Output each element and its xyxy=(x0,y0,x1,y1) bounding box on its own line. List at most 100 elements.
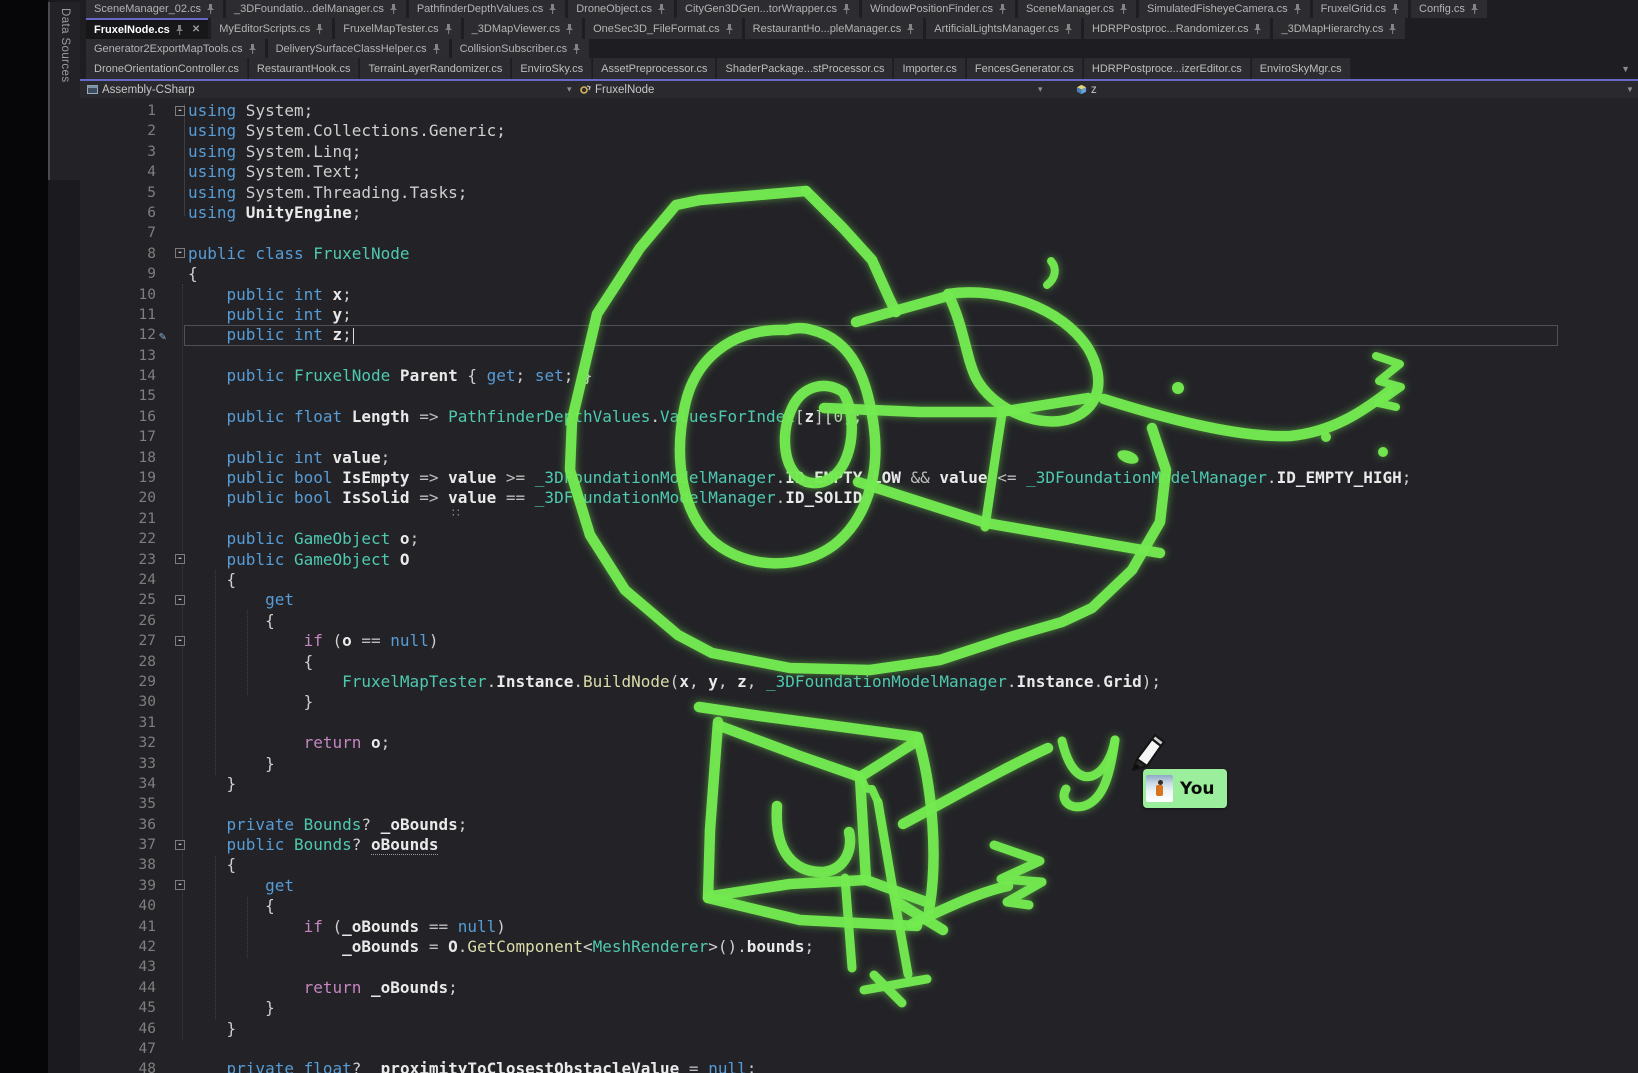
tab-myeditorscripts-cs[interactable]: MyEditorScripts.cs xyxy=(211,18,332,39)
line-number: 24 xyxy=(80,570,156,590)
line-number: 41 xyxy=(80,917,156,937)
tab-hdrppostproce-izereditor-cs[interactable]: HDRPPostproce...izerEditor.cs xyxy=(1084,58,1251,79)
code-line: 26 { xyxy=(80,611,1638,631)
text-cursor-artifact: ∷ xyxy=(452,506,460,520)
fold-collapse-icon[interactable]: - xyxy=(175,248,185,258)
tab-label: EnviroSkyMgr.cs xyxy=(1260,63,1342,75)
tab-fruxelgrid-cs[interactable]: FruxelGrid.cs xyxy=(1313,0,1408,18)
breadcrumb-type[interactable]: FruxelNode xyxy=(580,81,654,98)
tab--3dmaphierarchy-cs[interactable]: _3DMapHierarchy.cs xyxy=(1273,18,1405,39)
breadcrumb-project[interactable]: Assembly-CSharp xyxy=(87,81,195,98)
tab-collisionsubscriber-cs[interactable]: CollisionSubscriber.cs xyxy=(452,39,590,58)
code-line: 48 private float? _proximityToClosestObs… xyxy=(80,1059,1638,1073)
tab-label: SimulatedFisheyeCamera.cs xyxy=(1147,3,1288,15)
pushpin-icon xyxy=(548,4,557,14)
line-number: 31 xyxy=(80,713,156,733)
tab-scenemanager-cs[interactable]: SceneManager.cs xyxy=(1018,0,1136,18)
tab-onesec3d-fileformat-cs[interactable]: OneSec3D_FileFormat.cs xyxy=(585,18,742,39)
tab-fruxelmaptester-cs[interactable]: FruxelMapTester.cs xyxy=(335,18,460,39)
fold-collapse-icon[interactable]: - xyxy=(175,840,185,850)
tab-config-cs[interactable]: Config.cs xyxy=(1411,0,1487,18)
data-sources-collapsed-tab[interactable]: Data Sources xyxy=(48,2,80,180)
tab-assetpreprocessor-cs[interactable]: AssetPreprocessor.cs xyxy=(593,58,716,79)
fold-collapse-icon[interactable]: - xyxy=(175,554,185,564)
tab-label: HDRPPostproce...izerEditor.cs xyxy=(1092,63,1242,75)
code-line: 37- public Bounds? oBounds xyxy=(80,835,1638,855)
code-line: 14 public FruxelNode Parent { get; set; … xyxy=(80,366,1638,386)
open-tab-row: DroneOrientationController.csRestaurantH… xyxy=(80,58,1638,79)
tab-overflow-icon[interactable]: ▼ xyxy=(1621,64,1630,74)
code-line: 43 xyxy=(80,957,1638,977)
tab-artificiallightsmanager-cs[interactable]: ArtificialLightsManager.cs xyxy=(926,18,1081,39)
pushpin-icon xyxy=(998,4,1007,14)
line-number: 29 xyxy=(80,672,156,692)
pinned-tab-row-3: Generator2ExportMapTools.csDeliverySurfa… xyxy=(80,39,1638,58)
tab-enviroskymgr-cs[interactable]: EnviroSkyMgr.cs xyxy=(1252,58,1351,79)
member-list-overflow-icon[interactable]: ▼ xyxy=(1626,85,1634,94)
tab-droneorientationcontroller-cs[interactable]: DroneOrientationController.cs xyxy=(86,58,248,79)
line-number: 1 xyxy=(80,101,156,121)
close-icon[interactable]: ✕ xyxy=(192,24,200,35)
line-number: 17 xyxy=(80,427,156,447)
tab-restaurantho-plemanager-cs[interactable]: RestaurantHo...pleManager.cs xyxy=(745,18,924,39)
code-line: 1-using System; xyxy=(80,101,1638,121)
tab-envirosky-cs[interactable]: EnviroSky.cs xyxy=(512,58,592,79)
line-number: 40 xyxy=(80,896,156,916)
tab-pathfinderdepthvalues-cs[interactable]: PathfinderDepthValues.cs xyxy=(409,0,565,18)
code-line: 25- get xyxy=(80,590,1638,610)
breadcrumb-member[interactable]: z xyxy=(1076,81,1097,98)
tab-label: FencesGenerator.cs xyxy=(975,63,1074,75)
fold-collapse-icon[interactable]: - xyxy=(175,880,185,890)
code-line: 7 xyxy=(80,223,1638,243)
tab-importer-cs[interactable]: Importer.cs xyxy=(894,58,965,79)
chevron-down-icon[interactable]: ▾ xyxy=(1038,84,1043,95)
tab-generator2exportmaptools-cs[interactable]: Generator2ExportMapTools.cs xyxy=(86,39,265,58)
pushpin-icon xyxy=(1064,24,1073,34)
chevron-down-icon[interactable]: ▾ xyxy=(567,84,572,95)
tab-restauranthook-cs[interactable]: RestaurantHook.cs xyxy=(249,58,360,79)
tab-fencesgenerator-cs[interactable]: FencesGenerator.cs xyxy=(967,58,1083,79)
line-number: 3 xyxy=(80,142,156,162)
pushpin-icon xyxy=(175,25,184,35)
tab-shaderpackage-stprocessor-cs[interactable]: ShaderPackage...stProcessor.cs xyxy=(717,58,893,79)
tab--3dfoundatio-delmanager-cs[interactable]: _3DFoundatio...delManager.cs xyxy=(226,0,406,18)
tab-fruxelnode-cs[interactable]: FruxelNode.cs✕ xyxy=(86,18,208,39)
code-line: 2using System.Collections.Generic; xyxy=(80,121,1638,141)
tab-simulatedfisheyecamera-cs[interactable]: SimulatedFisheyeCamera.cs xyxy=(1139,0,1310,18)
pushpin-icon xyxy=(389,4,398,14)
tab-label: DroneObject.cs xyxy=(576,3,652,15)
pushpin-icon xyxy=(248,44,257,54)
fold-collapse-icon[interactable]: - xyxy=(175,595,185,605)
tab-terrainlayerrandomizer-cs[interactable]: TerrainLayerRandomizer.cs xyxy=(360,58,511,79)
line-number: 8 xyxy=(80,244,156,264)
code-line: 3using System.Linq; xyxy=(80,142,1638,162)
fold-collapse-icon[interactable]: - xyxy=(175,636,185,646)
tool-window-rail: Data Sources xyxy=(48,0,80,1073)
pushpin-icon xyxy=(1293,4,1302,14)
tab-droneobject-cs[interactable]: DroneObject.cs xyxy=(568,0,674,18)
tab-windowpositionfinder-cs[interactable]: WindowPositionFinder.cs xyxy=(862,0,1015,18)
tab--3dmapviewer-cs[interactable]: _3DMapViewer.cs xyxy=(464,18,582,39)
line-number: 39 xyxy=(80,876,156,896)
code-line: 45 } xyxy=(80,998,1638,1018)
line-number: 6 xyxy=(80,203,156,223)
edited-line-pencil-icon: ✎ xyxy=(159,326,166,346)
line-number: 4 xyxy=(80,162,156,182)
code-line: 29 FruxelMapTester.Instance.BuildNode(x,… xyxy=(80,672,1638,692)
code-lines: 1-using System;2using System.Collections… xyxy=(80,101,1638,1073)
tab-hdrppostproc-randomizer-cs[interactable]: HDRPPostproc...Randomizer.cs xyxy=(1084,18,1271,39)
tab-deliverysurfaceclasshelper-cs[interactable]: DeliverySurfaceClassHelper.cs xyxy=(268,39,449,58)
fold-collapse-icon[interactable]: - xyxy=(175,106,185,116)
line-number: 48 xyxy=(80,1059,156,1073)
code-line: 16 public float Length => PathfinderDept… xyxy=(80,407,1638,427)
tab-label: _3DFoundatio...delManager.cs xyxy=(234,3,384,15)
code-line: 17 xyxy=(80,427,1638,447)
line-number: 15 xyxy=(80,386,156,406)
line-number: 33 xyxy=(80,754,156,774)
tab-citygen3dgen-torwrapper-cs[interactable]: CityGen3DGen...torWrapper.cs xyxy=(677,0,859,18)
code-editor[interactable]: 1-using System;2using System.Collections… xyxy=(80,98,1638,1073)
tab-scenemanager-02-cs[interactable]: SceneManager_02.cs xyxy=(86,0,223,18)
code-line: 40 { xyxy=(80,896,1638,916)
code-line: 28 { xyxy=(80,652,1638,672)
code-line: 18 public int value; xyxy=(80,448,1638,468)
